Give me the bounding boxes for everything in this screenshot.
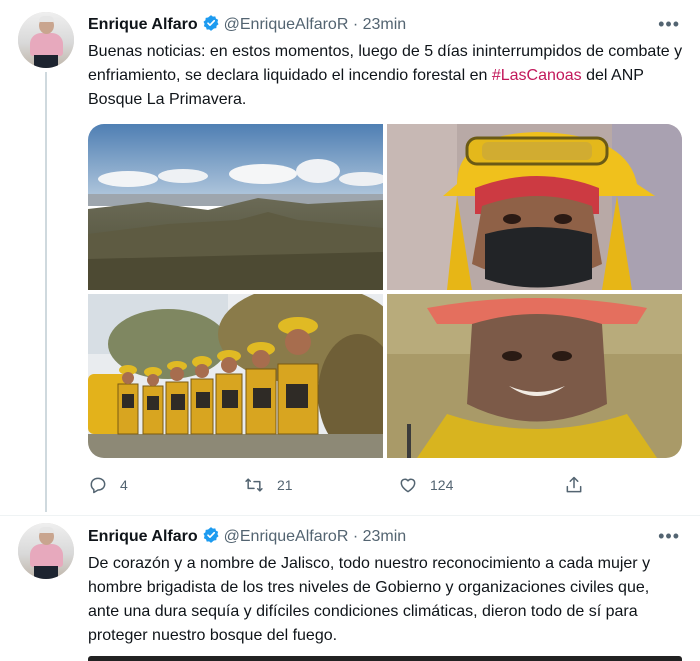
separator: · xyxy=(352,16,359,33)
reply-icon xyxy=(90,477,106,494)
timestamp[interactable]: 23min xyxy=(363,16,407,33)
like-button[interactable]: 124 xyxy=(398,470,453,500)
tweet-header: Enrique Alfaro @EnriqueAlfaroR · 23min xyxy=(88,14,406,36)
tweet-text: De corazón y a nombre de Jalisco, todo n… xyxy=(88,555,651,644)
firefighter-woman-photo[interactable] xyxy=(387,124,682,290)
reply-count: 4 xyxy=(120,477,128,493)
separator: · xyxy=(352,528,359,545)
tweet-actions: 4 21 124 xyxy=(88,470,608,500)
timestamp[interactable]: 23min xyxy=(363,528,407,545)
retweet-count: 21 xyxy=(277,477,293,493)
share-icon xyxy=(566,476,582,493)
author-name[interactable]: Enrique Alfaro xyxy=(88,16,198,33)
tweet[interactable]: Enrique Alfaro @EnriqueAlfaroR · 23min ••… xyxy=(0,516,700,661)
verified-badge-icon xyxy=(202,526,220,551)
tweet-text: Buenas noticias: en estos momentos, lueg… xyxy=(88,40,683,112)
author-handle[interactable]: @EnriqueAlfaroR xyxy=(224,528,349,545)
retweet-button[interactable]: 21 xyxy=(243,470,293,500)
author-handle[interactable]: @EnriqueAlfaroR xyxy=(224,16,349,33)
like-count: 124 xyxy=(430,477,454,493)
media-preview-edge[interactable] xyxy=(88,656,682,661)
reply-button[interactable]: 4 xyxy=(88,470,128,500)
author-name[interactable]: Enrique Alfaro xyxy=(88,528,198,545)
brigade-group-photo[interactable] xyxy=(88,294,383,458)
avatar[interactable] xyxy=(18,12,74,68)
retweet-icon xyxy=(245,478,263,492)
more-icon[interactable]: ••• xyxy=(658,14,680,35)
like-icon xyxy=(400,478,416,493)
media-grid xyxy=(88,124,682,458)
tweet-header: Enrique Alfaro @EnriqueAlfaroR · 23min xyxy=(88,526,406,548)
share-button[interactable] xyxy=(564,470,584,500)
firefighter-man-photo[interactable] xyxy=(387,294,682,458)
verified-badge-icon xyxy=(202,14,220,39)
landscape-photo[interactable] xyxy=(88,124,383,290)
tweet[interactable]: Enrique Alfaro @EnriqueAlfaroR · 23min ••… xyxy=(0,0,700,516)
hashtag-link[interactable]: #LasCanoas xyxy=(492,67,582,84)
more-icon[interactable]: ••• xyxy=(658,526,680,547)
avatar[interactable] xyxy=(18,523,74,579)
